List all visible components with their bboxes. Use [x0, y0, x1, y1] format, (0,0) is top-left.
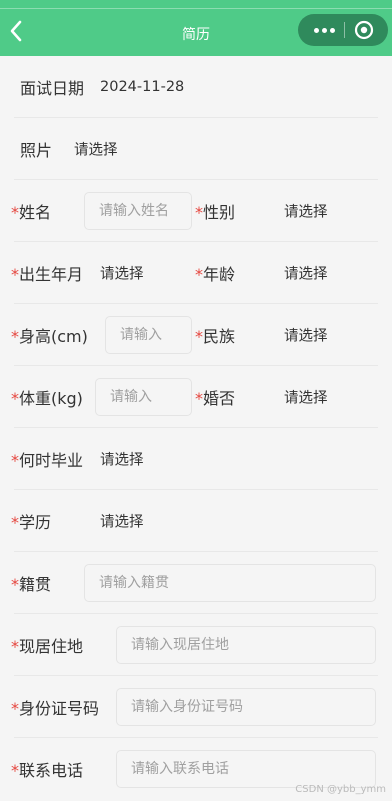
required-star: *: [195, 203, 203, 222]
graduation-picker[interactable]: 请选择: [100, 449, 144, 470]
form-row-graduation: *何时毕业 请选择: [0, 428, 392, 490]
form-row-name-gender: *姓名 *性别 请选择: [0, 180, 392, 242]
ethnicity-label: *民族: [195, 327, 236, 346]
required-star: *: [11, 265, 19, 284]
target-close-icon: [354, 20, 374, 40]
more-button[interactable]: [308, 14, 340, 46]
name-input[interactable]: [84, 192, 192, 230]
form-row-interview-date: 面试日期 2024-11-28: [0, 56, 392, 118]
required-star: *: [11, 575, 19, 594]
height-input[interactable]: [105, 316, 192, 354]
id-number-input[interactable]: [116, 688, 376, 726]
status-divider: [0, 8, 392, 9]
form-row-education: *学历 请选择: [0, 490, 392, 552]
native-place-label: *籍贯: [11, 575, 52, 594]
education-label: *学历: [11, 513, 52, 532]
form-row-photo: 照片 请选择: [0, 118, 392, 180]
interview-date-value[interactable]: 2024-11-28: [100, 79, 184, 95]
required-star: *: [11, 203, 19, 222]
phone-input[interactable]: [116, 750, 376, 788]
required-star: *: [11, 327, 19, 346]
required-star: *: [195, 327, 203, 346]
required-star: *: [11, 761, 19, 780]
phone-label: *联系电话: [11, 761, 84, 780]
form-row-height-ethnicity: *身高(cm) *民族 请选择: [0, 304, 392, 366]
weight-label: *体重(kg): [11, 389, 83, 408]
required-star: *: [11, 513, 19, 532]
form-row-id-number: *身份证号码: [0, 676, 392, 738]
more-dots-icon: [313, 27, 319, 33]
id-number-label: *身份证号码: [11, 699, 100, 718]
form-row-residence: *现居住地: [0, 614, 392, 676]
birth-picker[interactable]: 请选择: [100, 263, 144, 284]
height-label: *身高(cm): [11, 327, 88, 346]
close-miniprogram-button[interactable]: [352, 18, 376, 42]
required-star: *: [195, 265, 203, 284]
nav-bar: 简历: [0, 0, 392, 56]
form-row-birth-age: *出生年月 请选择 *年龄 请选择: [0, 242, 392, 304]
required-star: *: [195, 389, 203, 408]
graduation-label: *何时毕业: [11, 451, 84, 470]
more-dots-icon: [329, 27, 335, 33]
gender-label: *性别: [195, 203, 236, 222]
ethnicity-picker[interactable]: 请选择: [284, 325, 328, 346]
education-picker[interactable]: 请选择: [100, 511, 144, 532]
form-row-weight-marital: *体重(kg) *婚否 请选择: [0, 366, 392, 428]
age-label: *年龄: [195, 265, 236, 284]
marital-picker[interactable]: 请选择: [284, 387, 328, 408]
capsule-divider: [344, 22, 345, 38]
required-star: *: [11, 389, 19, 408]
interview-date-label: 面试日期: [20, 79, 85, 98]
photo-picker[interactable]: 请选择: [74, 139, 118, 160]
required-star: *: [11, 637, 19, 656]
name-label: *姓名: [11, 203, 52, 222]
miniprogram-capsule: [298, 14, 388, 46]
residence-input[interactable]: [116, 626, 376, 664]
age-picker[interactable]: 请选择: [284, 263, 328, 284]
native-place-input[interactable]: [84, 564, 376, 602]
marital-label: *婚否: [195, 389, 236, 408]
weight-input[interactable]: [95, 378, 192, 416]
photo-label: 照片: [20, 141, 53, 160]
residence-label: *现居住地: [11, 637, 84, 656]
watermark: CSDN @ybb_ymm: [295, 784, 386, 795]
required-star: *: [11, 699, 19, 718]
gender-picker[interactable]: 请选择: [284, 201, 328, 222]
birth-label: *出生年月: [11, 265, 84, 284]
required-star: *: [11, 451, 19, 470]
form-row-native-place: *籍贯: [0, 552, 392, 614]
resume-form: 面试日期 2024-11-28 照片 请选择 *姓名 *性别 请选择 *出生年月…: [0, 56, 392, 800]
more-dots-icon: [321, 27, 327, 33]
